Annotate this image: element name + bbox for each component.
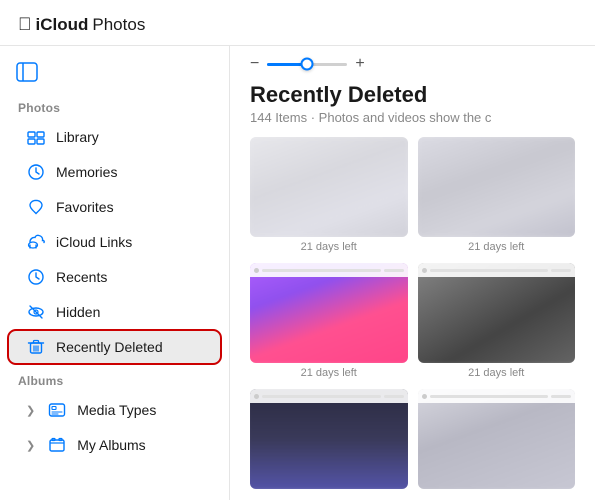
sidebar-item-my-albums[interactable]: ❯ My Albums bbox=[8, 428, 221, 462]
recents-icon bbox=[26, 267, 46, 287]
sidebar-item-recents[interactable]: Recents bbox=[8, 260, 221, 294]
photo-caption-3: 21 days left bbox=[301, 367, 357, 379]
photo-cell-1[interactable]: 21 days left bbox=[250, 137, 408, 253]
thumb-bar-6 bbox=[418, 389, 576, 403]
zoom-minus-button[interactable]: − bbox=[250, 56, 259, 72]
content-title: Recently Deleted bbox=[230, 78, 595, 110]
my-albums-chevron: ❯ bbox=[26, 439, 35, 452]
sidebar-toggle-icon[interactable] bbox=[16, 62, 38, 82]
photo-cell-4[interactable]: 21 days left bbox=[418, 263, 576, 379]
icloud-label: iCloud bbox=[36, 15, 89, 35]
sidebar-item-icloud-links[interactable]: iCloud Links bbox=[8, 225, 221, 259]
hidden-icon bbox=[26, 302, 46, 322]
sidebar-toggle-area[interactable] bbox=[0, 58, 229, 97]
content-subtitle: 144 Items · Photos and videos show the c bbox=[230, 110, 595, 137]
photos-label: Photos bbox=[92, 15, 145, 35]
photo-thumb-1 bbox=[250, 137, 408, 237]
albums-section-label: Albums bbox=[0, 370, 229, 392]
sidebar-item-memories[interactable]: Memories bbox=[8, 155, 221, 189]
memories-label: Memories bbox=[56, 164, 203, 180]
library-icon bbox=[26, 127, 46, 147]
media-types-label: Media Types bbox=[77, 402, 203, 418]
zoom-slider-thumb bbox=[301, 58, 314, 71]
thumb-bar-4 bbox=[418, 263, 576, 277]
content-area: − + Recently Deleted 144 Items · Photos … bbox=[230, 46, 595, 500]
hidden-label: Hidden bbox=[56, 304, 203, 320]
photo-caption-1: 21 days left bbox=[301, 241, 357, 253]
subtitle-separator: · bbox=[311, 110, 319, 125]
media-types-icon bbox=[47, 400, 67, 420]
subtitle-desc: Photos and videos show the c bbox=[319, 110, 492, 125]
photo-grid: 21 days left 21 days left 21 bbox=[230, 137, 595, 500]
photo-thumb-3 bbox=[250, 263, 408, 363]
favorites-icon bbox=[26, 197, 46, 217]
memories-icon bbox=[26, 162, 46, 182]
library-label: Library bbox=[56, 129, 203, 145]
photo-caption-2: 21 days left bbox=[468, 241, 524, 253]
photo-cell-6[interactable] bbox=[418, 389, 576, 493]
icloud-links-label: iCloud Links bbox=[56, 234, 203, 250]
app-logo:  iCloud Photos bbox=[18, 14, 145, 35]
apple-icon:  bbox=[18, 14, 32, 35]
sidebar-item-library[interactable]: Library bbox=[8, 120, 221, 154]
recents-label: Recents bbox=[56, 269, 203, 285]
icloud-links-icon bbox=[26, 232, 46, 252]
sidebar: Photos Library Memor bbox=[0, 46, 230, 500]
favorites-label: Favorites bbox=[56, 199, 203, 215]
sidebar-item-recently-deleted[interactable]: Recently Deleted bbox=[8, 330, 221, 364]
zoom-slider[interactable] bbox=[267, 63, 347, 66]
photo-thumb-5 bbox=[250, 389, 408, 489]
recently-deleted-label: Recently Deleted bbox=[56, 339, 203, 355]
my-albums-label: My Albums bbox=[77, 437, 203, 453]
sidebar-item-hidden[interactable]: Hidden bbox=[8, 295, 221, 329]
photos-section-label: Photos bbox=[0, 97, 229, 119]
thumb-bar-3 bbox=[250, 263, 408, 277]
photo-cell-5[interactable] bbox=[250, 389, 408, 493]
thumb-bar-5 bbox=[250, 389, 408, 403]
app-header:  iCloud Photos bbox=[0, 0, 595, 46]
photo-cell-3[interactable]: 21 days left bbox=[250, 263, 408, 379]
sidebar-item-favorites[interactable]: Favorites bbox=[8, 190, 221, 224]
photo-thumb-6 bbox=[418, 389, 576, 489]
my-albums-icon bbox=[47, 435, 67, 455]
zoom-control: − + bbox=[230, 46, 595, 78]
photo-cell-2[interactable]: 21 days left bbox=[418, 137, 576, 253]
photo-thumb-2 bbox=[418, 137, 576, 237]
zoom-plus-button[interactable]: + bbox=[355, 56, 364, 72]
photo-caption-4: 21 days left bbox=[468, 367, 524, 379]
main-layout: Photos Library Memor bbox=[0, 46, 595, 500]
item-count: 144 Items bbox=[250, 110, 307, 125]
media-types-chevron: ❯ bbox=[26, 404, 35, 417]
sidebar-item-media-types[interactable]: ❯ Media Types bbox=[8, 393, 221, 427]
trash-icon bbox=[26, 337, 46, 357]
photo-thumb-4 bbox=[418, 263, 576, 363]
